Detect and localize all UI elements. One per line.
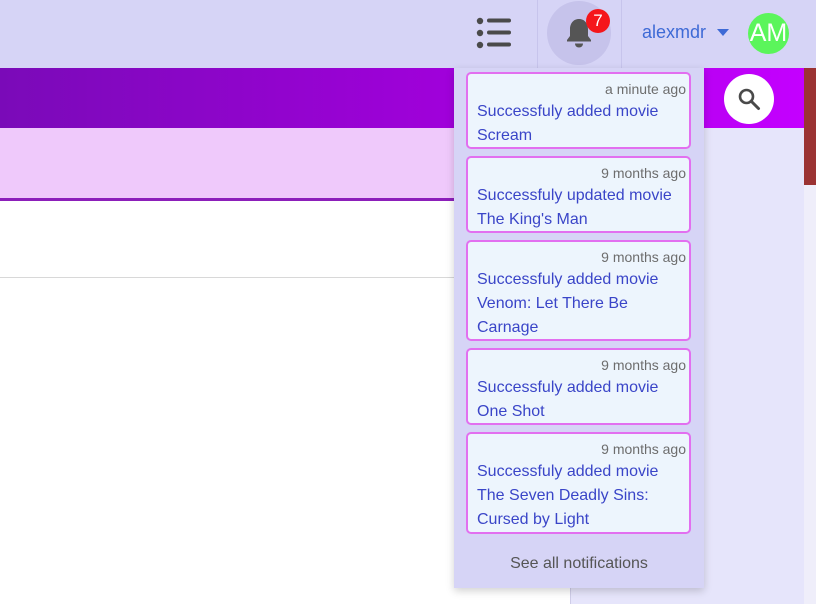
notification-time: 9 months ago [601,249,686,265]
header-divider [537,0,538,68]
notification-item[interactable]: 9 months ago Successfuly added movie One… [466,348,691,425]
notification-item[interactable]: 9 months ago Successfuly updated movie T… [466,156,691,233]
notification-time: a minute ago [605,81,686,97]
search-icon [738,88,760,110]
notification-count-badge: 7 [586,9,610,33]
notification-time: 9 months ago [601,165,686,181]
notification-item[interactable]: a minute ago Successfuly added movie Scr… [466,72,691,149]
notification-time: 9 months ago [601,357,686,373]
notification-text: Successfuly added movie Scream [477,103,659,144]
notification-text: Successfuly added movie One Shot [477,379,659,420]
notification-text: Successfuly added movie The Seven Deadly… [477,463,659,528]
menu-icon[interactable] [474,14,516,52]
scrollbar-thumb[interactable] [804,68,816,185]
search-button[interactable] [724,74,774,124]
notification-item[interactable]: 9 months ago Successfuly added movie Ven… [466,240,691,341]
username-dropdown[interactable]: alexmdr [642,22,706,43]
header-divider [621,0,622,68]
avatar[interactable]: AM [748,13,789,54]
notification-time: 9 months ago [601,441,686,457]
notification-item[interactable]: 9 months ago Successfuly added movie The… [466,432,691,534]
notification-text: Successfuly added movie Venom: Let There… [477,271,659,336]
notifications-dropdown: a minute ago Successfuly added movie Scr… [454,68,704,588]
caret-down-icon[interactable] [717,29,729,36]
see-all-notifications-link[interactable]: See all notifications [454,555,704,573]
notification-text: Successfuly updated movie The King's Man [477,187,672,228]
